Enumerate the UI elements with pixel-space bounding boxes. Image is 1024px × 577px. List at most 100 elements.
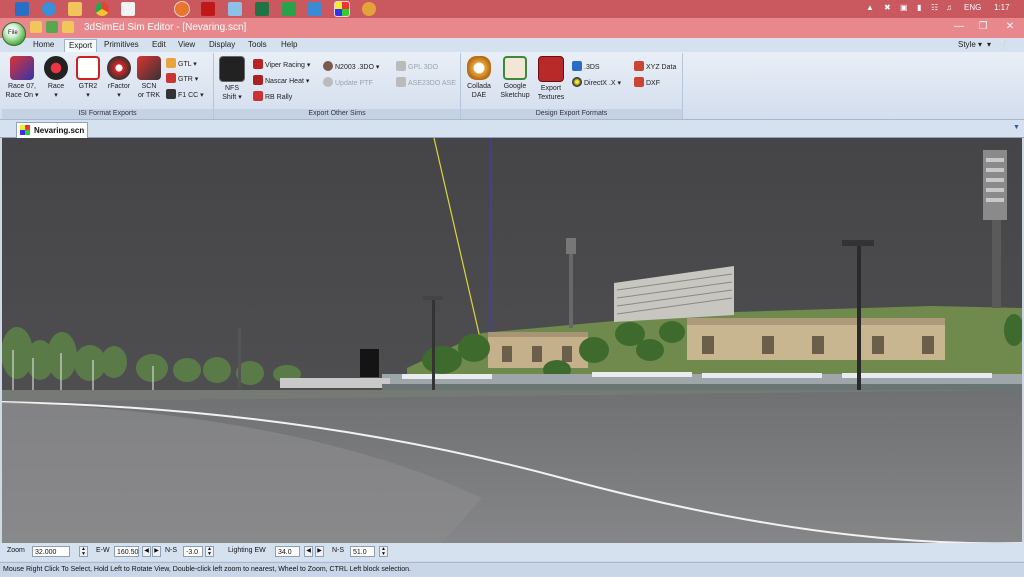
update-ptf-icon [323, 77, 333, 87]
3ds-label: .3DS [584, 64, 600, 71]
gtr-button[interactable]: GTR ▾ [166, 73, 198, 83]
zoom-spinner[interactable]: ▲ ▼ [79, 546, 88, 557]
update-ptf-label: Update PTF [335, 80, 373, 87]
directx-icon [572, 77, 582, 87]
lighting-ew-label: Lighting EW [228, 547, 266, 554]
3d-viewport[interactable] [2, 138, 1022, 543]
menu-view[interactable]: View [178, 40, 195, 49]
minimize-button[interactable]: — [951, 20, 967, 34]
save-icon[interactable] [46, 21, 58, 33]
dev-icon[interactable] [121, 2, 135, 16]
gtr2-button[interactable]: GTR2 ▾ [72, 56, 104, 100]
scene-render [2, 138, 1022, 543]
other-app-icon[interactable] [362, 2, 376, 16]
tray-volume-icon[interactable]: ♫ [946, 3, 952, 12]
directx-label: DirectX .X [584, 80, 616, 87]
notepad-icon[interactable] [228, 2, 242, 16]
viper-icon [253, 59, 263, 69]
gtl-button[interactable]: GTL ▾ [166, 58, 197, 68]
lighting-ew-input[interactable]: 34.0 [275, 546, 300, 557]
tray-network-icon[interactable]: ☷ [931, 3, 938, 12]
lighting-ew-left-arrow[interactable]: ◀ [304, 546, 313, 557]
close-button[interactable]: ✕ [1002, 20, 1018, 34]
windows-taskbar: ▲ ✖ ▣ ▮ ☷ ♫ ENG 1:17 [0, 0, 1024, 18]
xyz-icon [634, 61, 644, 71]
group-label-isi: ISI Format Exports [2, 109, 213, 119]
chrome-icon[interactable] [95, 2, 109, 16]
excel-icon[interactable] [255, 2, 269, 16]
explorer-icon[interactable] [68, 2, 82, 16]
firefox-icon[interactable] [174, 1, 190, 17]
tray-clock[interactable]: 1:17 [994, 3, 1010, 12]
menu-edit[interactable]: Edit [152, 40, 166, 49]
acrobat-icon[interactable] [201, 2, 215, 16]
textures-label: Export [540, 85, 562, 92]
rfactor-button[interactable]: rFactor ▾ [104, 56, 134, 100]
maximize-button[interactable]: ❐ [975, 20, 991, 34]
windows-icon[interactable] [15, 2, 29, 16]
nfs-shift-button[interactable]: NFS Shift ▾ [216, 56, 248, 102]
update-ptf-button[interactable]: Update PTF [323, 77, 373, 87]
export-3ds-button[interactable]: .3DS [572, 61, 600, 71]
race07-icon [10, 56, 34, 80]
menu-tools[interactable]: Tools [248, 40, 267, 49]
directx-button[interactable]: DirectX .X ▾ [572, 77, 621, 87]
sketchup-label: Google [503, 83, 527, 90]
nascar-icon [253, 75, 263, 85]
f1cc-button[interactable]: F1 CC ▾ [166, 89, 204, 99]
onedrive-icon[interactable] [308, 2, 322, 16]
tray-language[interactable]: ENG [964, 3, 981, 12]
open-icon[interactable] [30, 21, 42, 33]
tray-close-icon[interactable]: ✖ [884, 3, 891, 12]
ase23do-button[interactable]: ASE23DO ASE [396, 77, 456, 87]
tab-list-icon[interactable]: ▼ [1013, 124, 1020, 131]
ew-input[interactable]: 160.500 [114, 546, 139, 557]
rb-rally-button[interactable]: RB Rally [253, 91, 292, 101]
ew-label: E-W [96, 547, 110, 554]
nascar-label: Nascar Heat [265, 78, 304, 85]
help-icon[interactable]: ❔ [998, 40, 1008, 49]
lighting-ew-right-arrow[interactable]: ▶ [315, 546, 324, 557]
file-menu-button[interactable]: File [2, 22, 26, 46]
3dsimed-icon[interactable] [334, 1, 350, 17]
n2003-button[interactable]: N2003 .3DO ▾ [323, 61, 379, 71]
dxf-button[interactable]: DXF [634, 77, 660, 87]
race07-button[interactable]: Race 07, Race On ▾ [3, 56, 41, 100]
menu-help[interactable]: Help [281, 40, 297, 49]
zoom-input[interactable]: 32.000 [32, 546, 70, 557]
word-icon[interactable] [282, 2, 296, 16]
viper-racing-button[interactable]: Viper Racing ▾ [253, 59, 310, 69]
tab-nevaring-scn[interactable]: Nevaring.scn [16, 122, 88, 138]
folder-icon[interactable] [62, 21, 74, 33]
ribbon-minimize-icon[interactable]: ▾ [987, 40, 991, 49]
rbrally-label: RB Rally [265, 94, 293, 101]
menu-home[interactable]: Home [33, 40, 54, 49]
export-textures-button[interactable]: Export Textures [534, 56, 568, 102]
gpl-3do-button[interactable]: GPL 3DO [396, 61, 438, 71]
scn-icon [137, 56, 161, 80]
menu-export[interactable]: Export [64, 39, 98, 52]
xyz-data-button[interactable]: XYZ Data [634, 61, 676, 71]
lighting-ns-spinner[interactable]: ▲ ▼ [379, 546, 388, 557]
ew-right-arrow[interactable]: ▶ [152, 546, 161, 557]
ns-spinner[interactable]: ▲ ▼ [205, 546, 214, 557]
race-icon [44, 56, 68, 80]
ns-input[interactable]: -3.0 [183, 546, 203, 557]
menu-display[interactable]: Display [209, 40, 235, 49]
tray-monitor-icon[interactable]: ▣ [900, 3, 908, 12]
race-button[interactable]: Race ▾ [42, 56, 70, 100]
google-sketchup-button[interactable]: Google Sketchup [497, 56, 533, 100]
menu-primitives[interactable]: Primitives [104, 40, 139, 49]
ie-icon[interactable] [42, 2, 56, 16]
style-label: Style [958, 40, 976, 49]
style-menu[interactable]: Style ▾ [958, 40, 982, 49]
tray-chevron-icon[interactable]: ▲ [866, 3, 874, 12]
nascar-heat-button[interactable]: Nascar Heat ▾ [253, 75, 309, 85]
rfactor-icon [107, 56, 131, 80]
lighting-ns-input[interactable]: 51.0 [350, 546, 375, 557]
collada-dae-button[interactable]: Collada DAE [463, 56, 495, 100]
scn-button[interactable]: SCN or TRK [135, 56, 163, 100]
ew-left-arrow[interactable]: ◀ [142, 546, 151, 557]
gpl-icon [396, 61, 406, 71]
tray-battery-icon[interactable]: ▮ [917, 3, 921, 12]
